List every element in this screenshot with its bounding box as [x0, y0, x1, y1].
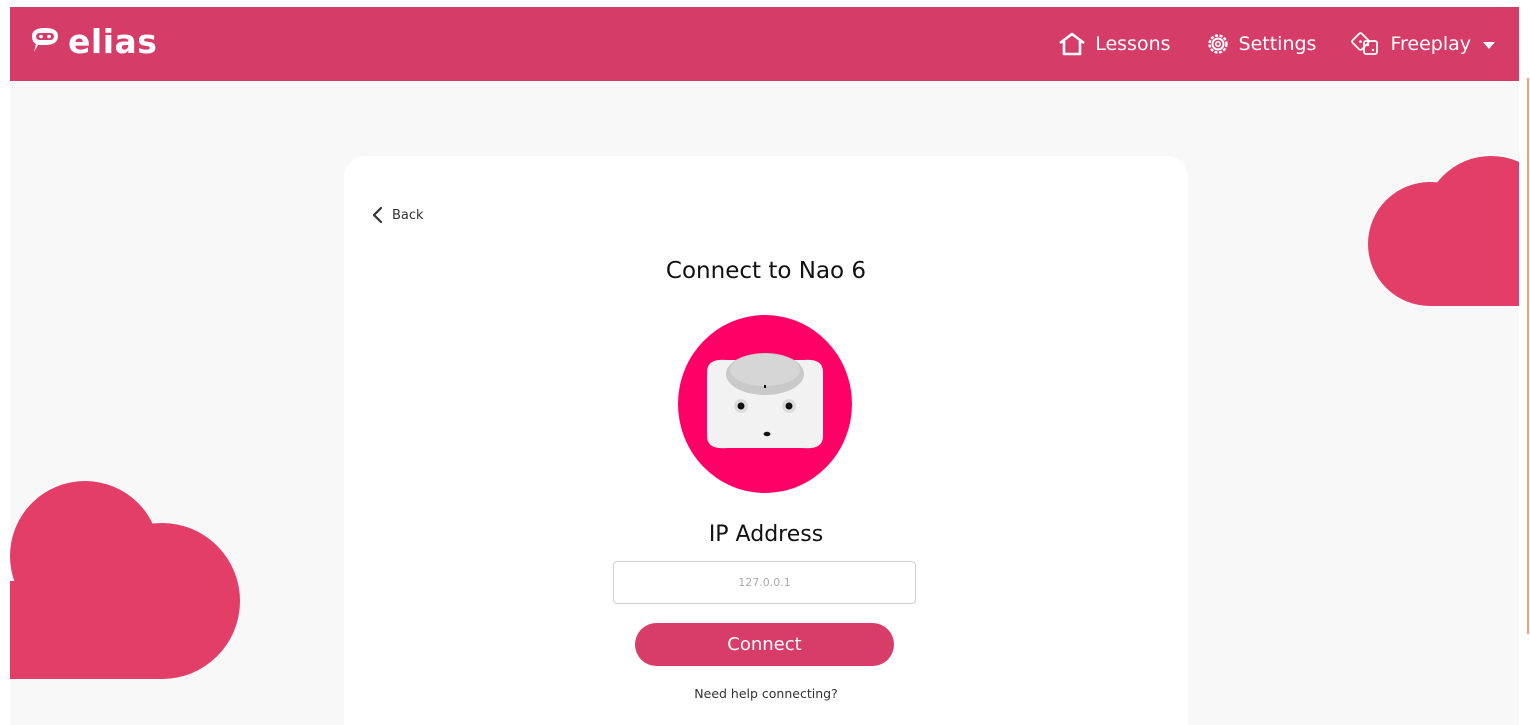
- chat-robot-icon: [32, 28, 58, 52]
- connect-button[interactable]: Connect: [635, 623, 894, 666]
- nav-lessons-label: Lessons: [1095, 33, 1171, 55]
- cloud-left-decoration: [10, 481, 240, 679]
- chevron-down-icon: [1483, 41, 1495, 49]
- dice-icon: [1351, 32, 1379, 55]
- connect-card: Back Connect to Nao 6 IP Address Connect…: [344, 156, 1188, 725]
- ip-address-input[interactable]: [613, 561, 916, 604]
- home-icon: [1059, 32, 1085, 56]
- app-name: elias: [68, 21, 158, 61]
- back-link[interactable]: Back: [370, 206, 424, 224]
- chevron-left-icon: [372, 206, 383, 224]
- nao-robot-avatar: [678, 315, 852, 493]
- window-edge-line: [1527, 78, 1529, 634]
- nav-settings[interactable]: Settings: [1205, 31, 1317, 57]
- gear-icon: [1207, 34, 1228, 54]
- ip-address-label: IP Address: [708, 522, 824, 547]
- top-navbar: elias Lessons Settings Freeplay: [10, 7, 1519, 81]
- nav-settings-label: Settings: [1238, 33, 1317, 55]
- cloud-right-decoration: [1368, 156, 1519, 306]
- help-link[interactable]: Need help connecting?: [344, 686, 1188, 701]
- nav-freeplay-label: Freeplay: [1390, 33, 1471, 55]
- main-nav: Lessons Settings Freeplay: [1023, 27, 1495, 61]
- back-label: Back: [392, 207, 424, 223]
- app-window: elias Lessons Settings Freeplay Back Con…: [10, 7, 1519, 725]
- app-logo[interactable]: elias: [28, 21, 157, 61]
- nav-lessons[interactable]: Lessons: [1057, 31, 1171, 57]
- nav-freeplay[interactable]: Freeplay: [1350, 30, 1495, 58]
- page-title: Connect to Nao 6: [665, 258, 867, 284]
